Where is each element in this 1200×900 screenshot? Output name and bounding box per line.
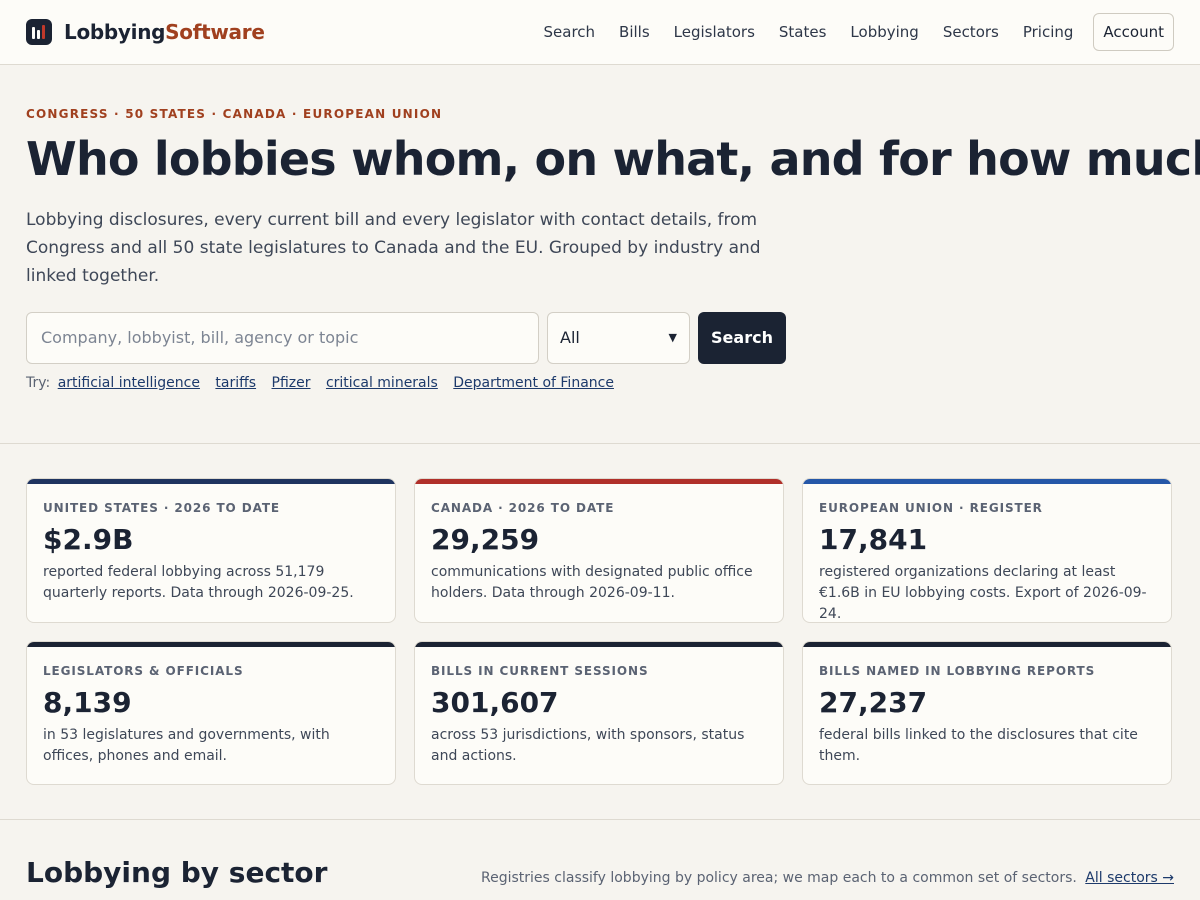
bar-chart-icon [26,19,52,45]
search-form: All ▼ Search [26,311,1174,364]
try-link-critical-minerals[interactable]: critical minerals [326,375,438,391]
stat-label: UNITED STATES · 2026 TO DATE [43,501,281,515]
sector-note-text: Registries classify lobbying by policy a… [481,870,1077,886]
jurisdiction-select[interactable]: All ▼ [547,311,690,364]
stat-grid: UNITED STATES · 2026 TO DATE $2.9B repor… [26,478,1174,785]
stat-label: BILLS IN CURRENT SESSIONS [431,664,649,678]
stat-label: EUROPEAN UNION · REGISTER [819,501,1043,515]
nav-bills[interactable]: Bills [619,23,650,41]
logo-text-part2: Software [165,20,265,44]
stat-label: CANADA · 2026 TO DATE [431,501,615,515]
nav-lobbying[interactable]: Lobbying [850,23,918,41]
hero-section: CONGRESS · 50 STATES · CANADA · EUROPEAN… [0,65,1200,444]
all-sectors-link[interactable]: All sectors → [1085,870,1174,886]
stat-card-canada: CANADA · 2026 TO DATE 29,259 communicati… [414,478,784,623]
stat-description: communications with designated public of… [431,564,753,601]
try-label: Try: [26,374,51,391]
hero-title: Who lobbies whom, on what, and for how m… [26,132,1200,186]
nav-sectors[interactable]: Sectors [943,23,999,41]
hero-eyebrow: CONGRESS · 50 STATES · CANADA · EUROPEAN… [26,107,443,121]
stat-description: registered organizations declaring at le… [819,564,1147,622]
account-button[interactable]: Account [1093,13,1174,51]
stat-value: 27,237 [819,686,928,719]
sector-section: Lobbying by sector Registries classify l… [0,820,1200,889]
try-suggestions: Try: artificial intelligence tariffs Pfi… [26,375,1174,391]
try-link-department-of-finance[interactable]: Department of Finance [453,375,614,391]
site-header: LobbyingSoftware Search Bills Legislator… [0,0,1200,65]
stat-description: in 53 legislatures and governments, with… [43,727,330,764]
stat-card-united-states: UNITED STATES · 2026 TO DATE $2.9B repor… [26,478,396,623]
stat-card-bills-lobbying: BILLS NAMED IN LOBBYING REPORTS 27,237 f… [802,641,1172,785]
stat-value: $2.9B [43,523,134,556]
logo[interactable]: LobbyingSoftware [26,19,265,45]
try-link-artificial-intelligence[interactable]: artificial intelligence [58,375,200,391]
sector-note: Registries classify lobbying by policy a… [481,870,1174,886]
search-button[interactable]: Search [698,311,786,364]
logo-text-part1: Lobbying [64,20,166,44]
search-input[interactable] [26,311,539,364]
nav-search[interactable]: Search [544,23,596,41]
logo-text: LobbyingSoftware [64,20,265,44]
try-link-tariffs[interactable]: tariffs [215,375,256,391]
stat-label: LEGISLATORS & OFFICIALS [43,664,244,678]
stat-description: federal bills linked to the disclosures … [819,727,1138,764]
chevron-down-icon: ▼ [668,331,677,345]
stat-card-legislators: LEGISLATORS & OFFICIALS 8,139 in 53 legi… [26,641,396,785]
sector-title: Lobbying by sector [26,856,328,889]
stat-description: reported federal lobbying across 51,179 … [43,564,354,601]
nav-pricing[interactable]: Pricing [1023,23,1074,41]
stat-card-european-union: EUROPEAN UNION · REGISTER 17,841 registe… [802,478,1172,623]
stat-description: across 53 jurisdictions, with sponsors, … [431,727,745,764]
stats-section: UNITED STATES · 2026 TO DATE $2.9B repor… [0,444,1200,820]
stat-value: 301,607 [431,686,559,719]
nav-states[interactable]: States [779,23,827,41]
stat-value: 17,841 [819,523,928,556]
stat-label: BILLS NAMED IN LOBBYING REPORTS [819,664,1096,678]
stat-value: 8,139 [43,686,132,719]
main-nav: Search Bills Legislators States Lobbying… [520,13,1174,51]
nav-legislators[interactable]: Legislators [674,23,755,41]
select-value: All [560,328,580,348]
try-link-pfizer[interactable]: Pfizer [272,375,311,391]
stat-value: 29,259 [431,523,540,556]
stat-card-bills-current: BILLS IN CURRENT SESSIONS 301,607 across… [414,641,784,785]
hero-description: Lobbying disclosures, every current bill… [26,209,761,286]
